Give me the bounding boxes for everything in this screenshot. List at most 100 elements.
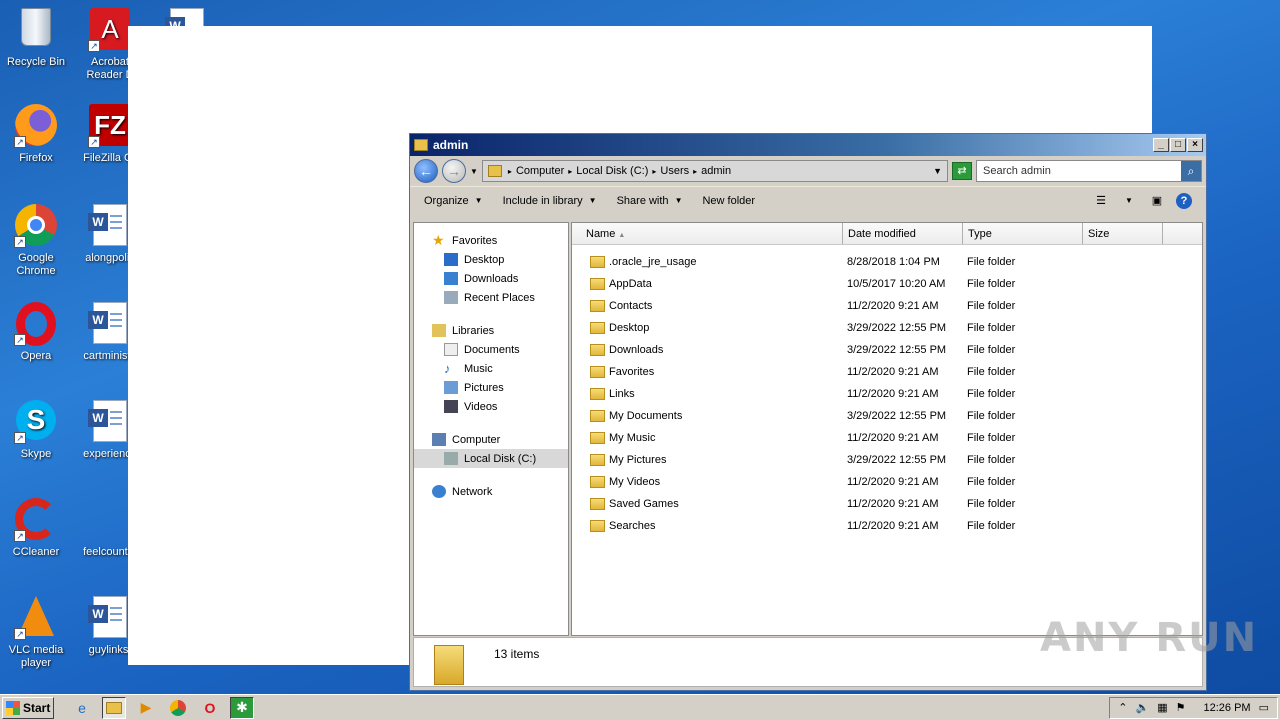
folder-icon [106,701,122,714]
file-row[interactable]: My Music 11/2/2020 9:21 AM File folder [572,427,1202,449]
opera-taskbar-icon[interactable]: O [198,697,222,719]
refresh-button[interactable]: ⇄ [952,162,972,180]
ie-taskbar-icon[interactable]: e [70,697,94,719]
title-bar[interactable]: admin _ □ × [410,134,1206,156]
nav-computer[interactable]: Computer [414,430,568,449]
nav-downloads[interactable]: Downloads [414,269,568,288]
breadcrumb-computer[interactable]: Computer [516,165,564,177]
volume-icon[interactable]: 🔈 [1136,701,1150,714]
nav-label: Network [452,485,493,498]
recent-pages-chevron-icon[interactable]: ▼ [470,167,478,176]
file-row[interactable]: My Pictures 3/29/2022 12:55 PM File folder [572,449,1202,471]
file-row[interactable]: Links 11/2/2020 9:21 AM File folder [572,383,1202,405]
close-button[interactable]: × [1187,138,1203,152]
app-taskbar-icon[interactable]: ✱ [230,696,254,719]
column-date[interactable]: Date modified [843,223,963,244]
clock[interactable]: 12:26 PM [1204,702,1251,714]
column-type[interactable]: Type [963,223,1083,244]
folder-icon [590,344,605,356]
breadcrumb-users[interactable]: Users [660,165,689,177]
nav-label: Computer [452,433,501,446]
desktop-icon-vlc[interactable]: ↗ VLC media player [0,596,72,670]
view-dropdown-icon[interactable]: ▼ [1120,193,1138,209]
downloads-icon [444,272,458,285]
back-button[interactable]: ← [414,159,438,183]
share-with-button[interactable]: Share with ▼ [617,195,683,207]
preview-pane-icon[interactable]: ▣ [1148,193,1166,209]
file-row[interactable]: My Videos 11/2/2020 9:21 AM File folder [572,471,1202,493]
nav-documents[interactable]: Documents [414,340,568,359]
network-tray-icon[interactable]: ▦ [1157,701,1167,714]
search-icon[interactable]: ⌕ [1181,161,1201,181]
start-button[interactable]: Start [2,696,54,719]
file-row[interactable]: Contacts 11/2/2020 9:21 AM File folder [572,295,1202,317]
desktop-icon-chrome[interactable]: ↗ Google Chrome [0,204,72,278]
desktop-icon-firefox[interactable]: ↗ Firefox [0,104,72,165]
nav-videos[interactable]: Videos [414,397,568,416]
organize-button[interactable]: Organize ▼ [424,195,483,207]
view-options-icon[interactable]: ☰ [1092,193,1110,209]
address-row: ← → ▼ ▸ Computer ▸ Local Disk (C:) ▸ Use… [410,156,1206,186]
help-icon[interactable]: ? [1176,192,1192,209]
column-name[interactable]: Name ▲ [572,223,843,244]
chevron-right-icon[interactable]: ▸ [693,167,697,176]
file-row[interactable]: Saved Games 11/2/2020 9:21 AM File folder [572,493,1202,515]
include-in-library-button[interactable]: Include in library ▼ [503,195,597,207]
nav-label: Recent Places [464,291,535,304]
file-type: File folder [967,432,1016,444]
chevron-down-icon[interactable]: ▸ [508,167,512,176]
chevron-right-icon[interactable]: ▸ [568,167,572,176]
desktop-icon-label: Skype [20,448,52,460]
maximize-button[interactable]: □ [1170,138,1186,152]
desktop-icon-opera[interactable]: ↗ Opera [0,302,72,363]
minimize-button[interactable]: _ [1153,138,1169,152]
desktop-icon-ccleaner[interactable]: ↗ CCleaner [0,498,72,559]
show-desktop-icon[interactable]: ▭ [1259,701,1269,714]
nav-favorites[interactable]: ★ Favorites [414,231,568,250]
desktop-icon-word-partial[interactable]: W [150,8,224,26]
file-date: 8/28/2018 1:04 PM [847,256,940,268]
new-folder-button[interactable]: New folder [702,195,755,207]
desktop-icon-skype[interactable]: S ↗ Skype [0,400,72,461]
media-player-taskbar-icon[interactable]: ▶ [134,697,158,719]
file-row[interactable]: .oracle_jre_usage 8/28/2018 1:04 PM File f… [572,251,1202,273]
file-row[interactable]: AppData 10/5/2017 10:20 AM File folder [572,273,1202,295]
nav-label: Downloads [464,272,519,285]
nav-desktop[interactable]: Desktop [414,250,568,269]
taskbar: Start e ▶ O ✱ ⌃ 🔈 ▦ ⚑ 12:26 PM ▭ [0,694,1280,720]
show-hidden-icons-icon[interactable]: ⌃ [1118,701,1127,714]
chrome-taskbar-icon[interactable] [166,697,190,719]
file-row[interactable]: My Documents 3/29/2022 12:55 PM File folde… [572,405,1202,427]
address-dropdown-icon[interactable]: ▼ [933,166,942,176]
nav-music[interactable]: ♪ Music [414,359,568,378]
search-input[interactable]: Search admin ⌕ [976,160,1202,182]
start-label: Start [23,700,51,715]
chevron-right-icon[interactable]: ▸ [652,167,656,176]
file-row[interactable]: Searches 11/2/2020 9:21 AM File folder [572,515,1202,537]
column-size[interactable]: Size [1083,223,1163,244]
nav-local-disk[interactable]: Local Disk (C:) [414,449,568,468]
nav-recent-places[interactable]: Recent Places [414,288,568,307]
column-label: Size [1088,228,1110,240]
action-center-flag-icon[interactable]: ⚑ [1176,701,1186,714]
file-row[interactable]: Favorites 11/2/2020 9:21 AM File folder [572,361,1202,383]
file-row[interactable]: Desktop 3/29/2022 12:55 PM File folder [572,317,1202,339]
file-name: Saved Games [609,498,679,510]
explorer-taskbar-icon[interactable] [102,696,126,719]
address-bar[interactable]: ▸ Computer ▸ Local Disk (C:) ▸ Users ▸ a… [481,160,948,182]
column-label: Name [586,228,616,240]
breadcrumb-admin[interactable]: admin [701,165,731,177]
explorer-body: ★ Favorites Desktop Downloads Recent Plac… [413,222,1203,636]
folder-icon [590,322,605,334]
desktop-icon-recycle-bin[interactable]: Recycle Bin [0,8,72,69]
nav-network[interactable]: Network [414,482,568,501]
file-row[interactable]: Downloads 3/29/2022 12:55 PM File folder [572,339,1202,361]
file-date: 11/2/2020 9:21 AM [847,300,939,312]
breadcrumb-local-disk[interactable]: Local Disk (C:) [576,165,648,177]
computer-icon [432,433,446,446]
nav-pictures[interactable]: Pictures [414,378,568,397]
recent-places-icon [444,291,458,304]
forward-button[interactable]: → [442,159,466,183]
desktop-icon-label: VLC media player [8,644,64,669]
nav-libraries[interactable]: Libraries [414,321,568,340]
